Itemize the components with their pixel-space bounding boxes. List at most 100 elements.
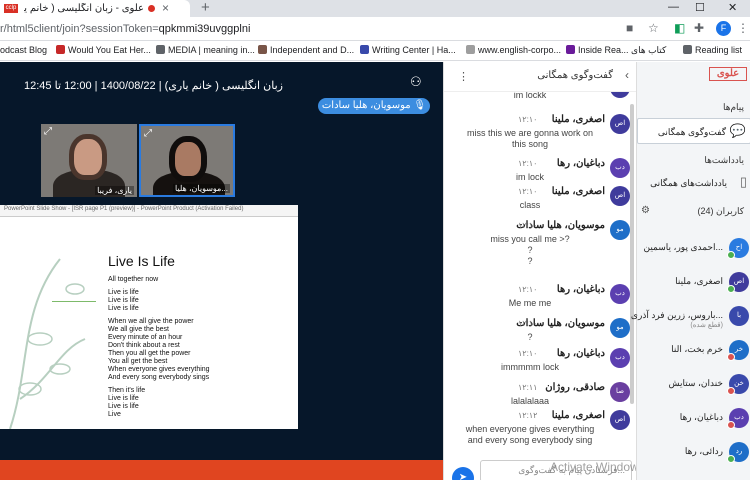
bookmark-item[interactable]: Reading list [683,45,742,55]
menu-icon[interactable]: ⋮ [737,21,749,35]
chat-time: ۱۲:۱۰ [518,115,538,124]
chat-title: گفت‌وگوی همگانی [537,70,613,81]
chat-text: immmmm lock [501,362,559,372]
camera-icon[interactable]: ■ [626,21,633,35]
bookmark-icon [156,45,165,54]
chat-avatar: دب [610,158,630,178]
chat-avatar: اص [610,186,630,206]
user-list-item[interactable]: خر خرم بخت، النا [637,338,750,368]
star-icon[interactable]: ☆ [648,21,659,35]
bookmark-icon [566,45,575,54]
close-tab-icon[interactable]: × [162,1,169,15]
user-list-item[interactable]: خن خندان، ستایش [637,372,750,402]
user-list-item[interactable]: اح احمدی پور، یاسمین... [637,236,750,266]
send-button[interactable]: ➤ [452,467,474,480]
chat-sender: اصغری، ملینا [551,114,605,125]
bookmarks-bar: odcast Blog Would You Eat Her... MEDIA |… [0,41,750,61]
chat-options-icon[interactable]: ⋮ [458,70,469,83]
user-list-item[interactable]: با باروس، زرین فرد آذری... (قطع شده) [631,304,750,334]
notes-icon: ▯ [739,174,747,189]
slide-title: Live Is Life [108,253,175,269]
chat-avatar: اص [610,410,630,430]
chat-text: im lock [515,172,544,182]
chat-panel: ⋮ گفت‌وگوی همگانی ‹ im lockk اص اصغری، ملی… [443,62,645,480]
gear-icon[interactable]: ⚙ [641,205,650,216]
bookmark-icon [360,45,369,54]
bookmark-item[interactable]: Inside Rea... کتاب های [566,45,666,56]
chat-header: ⋮ گفت‌وگوی همگانی ‹ [444,62,637,92]
webcam-tile[interactable]: ⤢ یاری، فریبا [41,124,137,197]
bookmark-icon [56,45,65,54]
user-name: ردائی، رها [684,446,723,456]
user-name: دباغیان، رها [679,412,723,422]
user-list-item[interactable]: رد ردائی، رها [637,440,750,470]
chevron-left-icon[interactable]: ‹ [625,68,629,82]
meeting-title: زبان انگلیسی ( خانم یاری) | 1400/08/22 |… [24,80,283,92]
chat-sender: دباغیان، رها [556,158,605,169]
extension-icon[interactable]: ◧ [674,21,685,35]
chat-avatar: صا [610,382,630,402]
webcam-name: یاری، فریبا [95,186,134,195]
fullscreen-icon[interactable]: ⤢ [44,126,52,137]
maximize-icon[interactable]: ☐ [695,1,705,14]
activate-windows-watermark: Activate Windows [550,460,645,474]
url-text[interactable]: r/html5client/join?sessionToken=qpkmmi39… [0,23,250,35]
browser-tab-active[interactable]: cclp علوی - زبان انگلیسی ( خانم یار... × [0,0,190,17]
puzzle-icon[interactable]: ✚ [694,21,704,35]
profile-avatar[interactable]: F [716,21,731,36]
chat-sender: دباغیان، رها [556,284,605,295]
mic-status-icon [727,387,735,395]
chat-time: ۱۲:۱۰ [518,349,538,358]
favicon-icon: cclp [4,4,18,13]
media-area: زبان انگلیسی ( خانم یاری) | 1400/08/22 |… [0,62,443,480]
minimize-icon[interactable]: — [668,1,679,13]
taskbar-strip [0,460,443,480]
bookmark-item[interactable]: odcast Blog [0,45,47,55]
mic-status-icon [727,455,735,463]
chat-text: miss you call me >??? [490,234,570,266]
user-avatar: با [729,306,749,326]
slide-lyrics: Live is life Live is life Live is life W… [108,289,210,418]
chat-messages[interactable]: im lockk اص اصغری، ملینا ۱۲:۱۰ miss this we … [444,92,637,464]
chat-avatar [610,92,630,98]
bookmark-item[interactable]: MEDIA | meaning in... [156,45,255,55]
chat-text: ? [527,332,533,342]
mic-status-icon [727,421,735,429]
bookmark-item[interactable]: Independent and D... [258,45,354,55]
user-list-toggle-icon[interactable]: ⚇ [410,74,422,90]
webcam-face [69,134,107,180]
address-bar[interactable]: r/html5client/join?sessionToken=qpkmmi39… [0,17,750,41]
webcam-name: موسویان، هلیا... [173,184,230,193]
tab-title: علوی - زبان انگلیسی ( خانم یار... [24,3,144,14]
chat-text: im lockk [513,92,547,100]
webcam-face [169,136,207,182]
users-header: کاربران (24) [697,206,744,216]
url-path: r/html5client/join?sessionToken= [0,23,159,35]
chat-time: ۱۲:۱۰ [518,285,538,294]
chat-time: ۱۲:۱۰ [518,159,538,168]
recording-icon [148,5,155,12]
chat-time: ۱۲:۱۲ [518,411,538,420]
chat-time: ۱۲:۱۰ [518,221,538,230]
fullscreen-icon[interactable]: ⤢ [144,128,152,139]
close-window-icon[interactable]: ✕ [728,1,737,14]
chat-scrollbar[interactable] [630,104,634,404]
url-token: qpkmmi39uvggplni [158,23,251,35]
shared-notes-item[interactable]: ▯ یادداشت‌های همگانی [637,170,750,196]
user-name: خرم بخت، النا [671,344,723,354]
chat-sender: صادقی، روژان [545,382,605,393]
chat-text: lalalalaaa [510,396,550,406]
slide-subtitle: All together now [108,276,159,283]
user-list-item[interactable]: اص اصغری، ملینا [637,270,750,300]
bookmark-item[interactable]: Would You Eat Her... [56,45,151,55]
webcam-tile-active[interactable]: ⤢ موسویان، هلیا... [139,124,235,197]
new-tab-icon[interactable]: + [201,0,210,16]
slide-decoration [9,258,86,429]
chat-avatar: مو [610,318,630,338]
bookmark-item[interactable]: www.english-corpo... [466,45,561,55]
user-list-item[interactable]: دب دباغیان، رها [637,406,750,436]
bookmark-item[interactable]: Writing Center | Ha... [360,45,456,55]
brand-logo: علوی [709,67,747,81]
chat-time: ۱۲:۱۰ [518,187,538,196]
public-chat-item[interactable]: 💬 گفت‌وگوی همگانی [637,118,750,144]
